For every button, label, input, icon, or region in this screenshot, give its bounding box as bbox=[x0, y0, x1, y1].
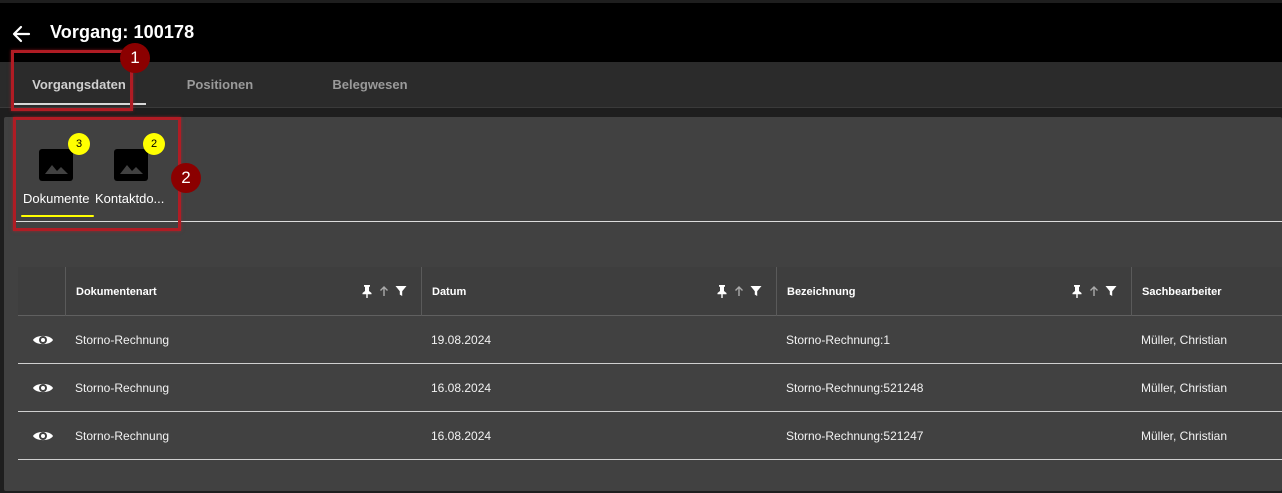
table-header: Dokumentenart Datum Bezeichnung Sachbear… bbox=[18, 267, 1282, 316]
page-title: Vorgang: 100178 bbox=[50, 22, 195, 42]
cell-bezeichnung: Storno-Rechnung:521248 bbox=[786, 380, 924, 395]
filter-icon[interactable] bbox=[1105, 285, 1117, 297]
back-arrow-icon[interactable] bbox=[10, 23, 32, 45]
cell-sachbearbeiter: Müller, Christian bbox=[1141, 380, 1228, 395]
column-header-label: Datum bbox=[432, 285, 467, 298]
doc-tab-kontaktdokumente[interactable]: 2 Kontaktdo... bbox=[94, 130, 174, 220]
cell-dokumentenart: Storno-Rechnung bbox=[75, 332, 170, 347]
count-badge: 3 bbox=[68, 133, 90, 155]
image-icon bbox=[39, 149, 73, 181]
section-divider bbox=[16, 221, 1282, 222]
table-row[interactable]: Storno-Rechnung 16.08.2024 Storno-Rechnu… bbox=[18, 412, 1282, 460]
sort-arrow-icon[interactable] bbox=[379, 285, 389, 297]
table-row[interactable]: Storno-Rechnung 16.08.2024 Storno-Rechnu… bbox=[18, 364, 1282, 412]
pin-icon[interactable] bbox=[1071, 284, 1083, 298]
column-header-label: Bezeichnung bbox=[787, 285, 856, 298]
cell-sachbearbeiter: Müller, Christian bbox=[1141, 428, 1228, 443]
active-tab-indicator bbox=[12, 103, 146, 105]
cell-sachbearbeiter: Müller, Christian bbox=[1141, 332, 1228, 347]
documents-table: Dokumentenart Datum Bezeichnung Sachbear… bbox=[18, 267, 1282, 460]
tab-positionen[interactable]: Positionen bbox=[160, 62, 280, 106]
table-row[interactable]: Storno-Rechnung 19.08.2024 Storno-Rechnu… bbox=[18, 316, 1282, 364]
cell-dokumentenart: Storno-Rechnung bbox=[75, 428, 170, 443]
tab-vorgangsdaten[interactable]: Vorgangsdaten bbox=[12, 62, 146, 106]
sort-arrow-icon[interactable] bbox=[734, 285, 744, 297]
active-doc-tab-indicator bbox=[21, 215, 94, 217]
pin-icon[interactable] bbox=[361, 284, 373, 298]
cell-dokumentenart: Storno-Rechnung bbox=[75, 380, 170, 395]
column-header-label: Sachbearbeiter bbox=[1142, 285, 1222, 298]
doc-tab-label: Dokumente bbox=[23, 191, 90, 206]
doc-tab-dokumente[interactable]: 3 Dokumente bbox=[20, 130, 96, 220]
count-badge: 2 bbox=[143, 133, 165, 155]
column-header-label: Dokumentenart bbox=[76, 285, 157, 298]
image-icon bbox=[114, 149, 148, 181]
cell-datum: 16.08.2024 bbox=[431, 428, 492, 443]
cell-bezeichnung: Storno-Rechnung:521247 bbox=[786, 428, 924, 443]
main-tabbar: Vorgangsdaten Positionen Belegwesen bbox=[0, 62, 1282, 108]
eye-icon[interactable] bbox=[32, 332, 54, 348]
eye-icon[interactable] bbox=[32, 380, 54, 396]
cell-datum: 19.08.2024 bbox=[431, 332, 492, 347]
sort-arrow-icon[interactable] bbox=[1089, 285, 1099, 297]
cell-datum: 16.08.2024 bbox=[431, 380, 492, 395]
doc-tab-label: Kontaktdo... bbox=[95, 191, 165, 206]
tab-belegwesen[interactable]: Belegwesen bbox=[310, 62, 430, 106]
eye-icon[interactable] bbox=[32, 428, 54, 444]
cell-bezeichnung: Storno-Rechnung:1 bbox=[786, 332, 891, 347]
column-header-sachbearbeiter[interactable]: Sachbearbeiter bbox=[1131, 267, 1282, 316]
app-header: Vorgang: 100178 bbox=[0, 0, 1282, 62]
filter-icon[interactable] bbox=[395, 285, 407, 297]
pin-icon[interactable] bbox=[716, 284, 728, 298]
filter-icon[interactable] bbox=[750, 285, 762, 297]
